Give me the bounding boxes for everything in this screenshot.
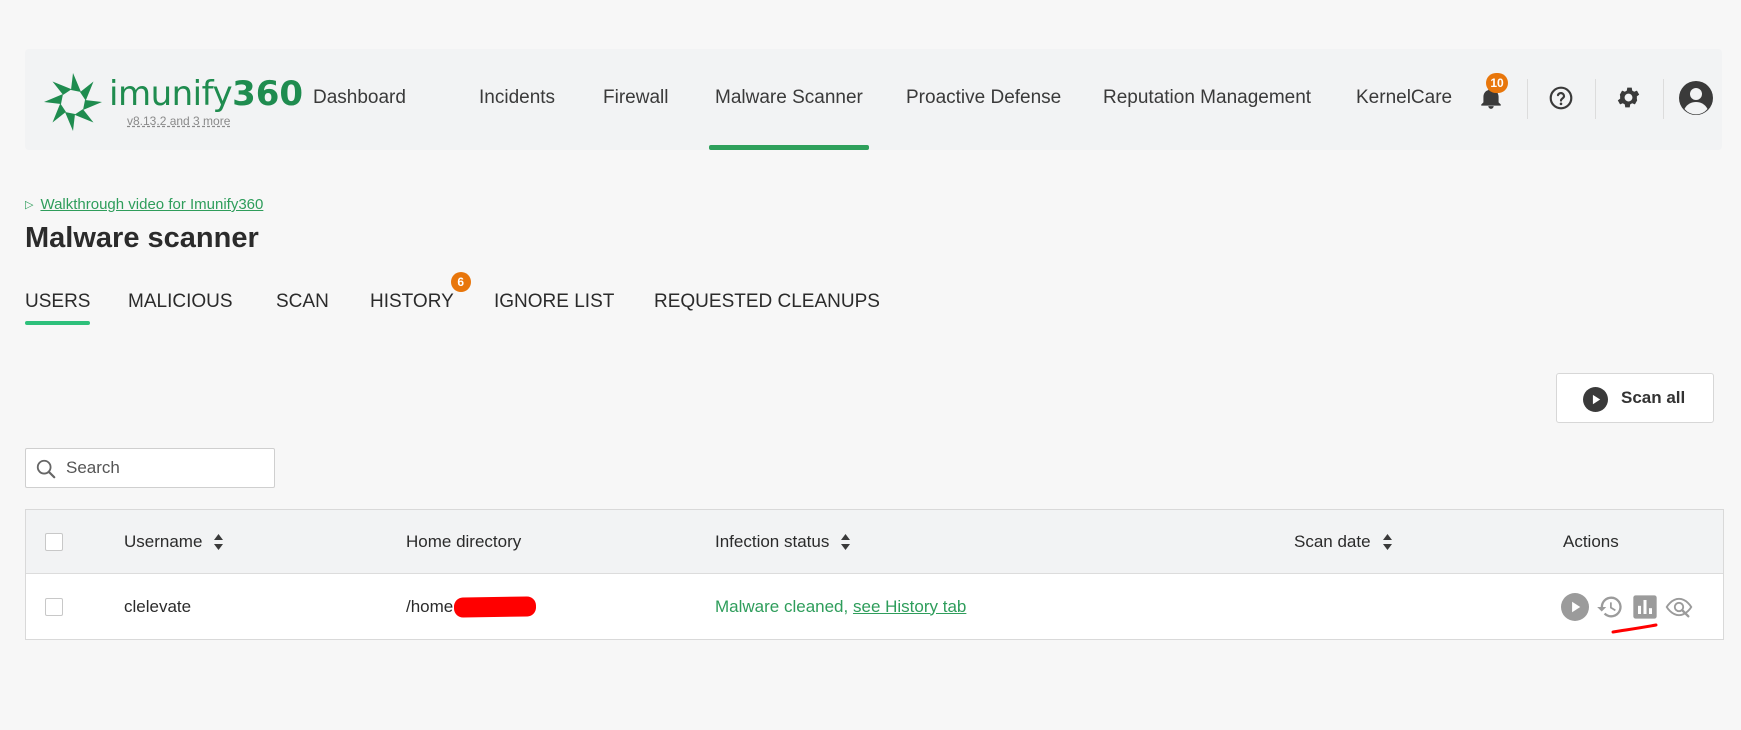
walkthrough-link-text[interactable]: Walkthrough video for Imunify360 <box>40 196 263 213</box>
tab-label: REQUESTED CLEANUPS <box>654 291 880 312</box>
scan-report-button[interactable] <box>1631 593 1659 621</box>
nav-incidents[interactable]: Incidents <box>479 49 555 150</box>
cell-infection-status: Malware cleaned, see History tab <box>715 574 966 639</box>
version-link[interactable]: v8.13.2 and 3 more <box>127 114 230 128</box>
home-directory-text: /home <box>406 596 454 616</box>
divider <box>1595 79 1596 119</box>
logo-wordmark: imunify360 <box>109 74 304 114</box>
bar-chart-icon <box>1633 595 1657 619</box>
column-label: Home directory <box>406 531 522 551</box>
divider <box>1527 79 1528 119</box>
column-label: Infection status <box>715 531 830 551</box>
top-navigation-bar: imunify360 v8.13.2 and 3 more Dashboard … <box>25 49 1722 150</box>
column-label: Actions <box>1563 531 1619 551</box>
history-icon <box>1597 596 1622 618</box>
play-circle-icon <box>1583 387 1608 412</box>
sort-icon <box>1382 533 1392 550</box>
column-label: Scan date <box>1294 531 1371 551</box>
history-count-badge: 6 <box>450 272 471 292</box>
scan-all-button[interactable]: Scan all <box>1556 373 1714 423</box>
column-scan-date[interactable]: Scan date <box>1294 510 1393 573</box>
nav-kernelcare[interactable]: KernelCare <box>1356 49 1452 150</box>
tab-ignore-list[interactable]: IGNORE LIST <box>494 285 614 325</box>
tab-label: SCAN <box>276 291 329 312</box>
play-outline-icon: ▷ <box>25 199 34 211</box>
imunify360-logo[interactable]: imunify360 v8.13.2 and 3 more <box>42 71 303 131</box>
eye-search-icon <box>1665 597 1693 618</box>
nav-proactive-defense[interactable]: Proactive Defense <box>906 49 1061 150</box>
sort-icon <box>841 533 851 550</box>
logo-mark-icon <box>44 73 102 131</box>
scan-all-label: Scan all <box>1621 388 1686 407</box>
tab-malicious[interactable]: MALICIOUS <box>128 285 233 325</box>
column-label: Username <box>124 531 203 551</box>
tab-requested-cleanups[interactable]: REQUESTED CLEANUPS <box>654 285 880 325</box>
cell-username: clelevate <box>124 596 192 616</box>
table-row: clelevate /home Malware cleaned, see His… <box>26 574 1723 639</box>
help-icon <box>1549 86 1573 110</box>
status-text: Malware cleaned, <box>715 596 849 616</box>
sort-icon <box>214 533 224 550</box>
see-history-tab-link[interactable]: see History tab <box>853 597 966 617</box>
tab-label: IGNORE LIST <box>494 291 615 312</box>
users-table: Username Home directory Infection status… <box>25 509 1724 640</box>
help-button[interactable] <box>1541 78 1581 118</box>
tab-label: HISTORY <box>370 291 454 312</box>
tab-scan[interactable]: SCAN <box>276 285 329 325</box>
search-icon <box>36 459 56 479</box>
gear-icon <box>1617 87 1640 108</box>
nav-reputation-management[interactable]: Reputation Management <box>1103 49 1311 150</box>
tab-users[interactable]: USERS <box>25 285 91 325</box>
tab-label: MALICIOUS <box>128 291 233 312</box>
row-checkbox[interactable] <box>45 597 63 616</box>
view-scan-button[interactable] <box>1665 593 1693 621</box>
nav-dashboard[interactable]: Dashboard <box>313 49 406 150</box>
play-icon <box>1561 593 1589 621</box>
search-input[interactable] <box>66 449 266 487</box>
column-home-directory: Home directory <box>406 510 521 573</box>
walkthrough-video-link[interactable]: ▷ Walkthrough video for Imunify360 <box>25 196 263 213</box>
scan-user-button[interactable] <box>1561 593 1589 621</box>
column-infection-status[interactable]: Infection status <box>715 510 851 573</box>
page-title: Malware scanner <box>25 222 259 254</box>
tab-label: USERS <box>25 291 91 312</box>
nav-firewall[interactable]: Firewall <box>603 49 668 150</box>
notifications-button[interactable]: 10 <box>1472 73 1512 118</box>
divider <box>1663 79 1664 119</box>
row-select-cell <box>45 574 63 639</box>
scan-history-button[interactable] <box>1596 593 1624 621</box>
nav-malware-scanner[interactable]: Malware Scanner <box>709 49 869 150</box>
column-actions: Actions <box>1563 510 1619 573</box>
red-annotation-mark <box>1611 623 1658 634</box>
settings-button[interactable] <box>1609 78 1649 118</box>
table-header: Username Home directory Infection status… <box>26 510 1723 574</box>
user-menu-button[interactable] <box>1676 78 1716 118</box>
search-box <box>25 448 275 488</box>
redaction-mark <box>454 595 537 618</box>
select-all-checkbox[interactable] <box>45 532 63 551</box>
select-all-cell <box>45 510 63 573</box>
notifications-badge: 10 <box>1486 73 1508 93</box>
tab-history[interactable]: HISTORY 6 <box>370 272 471 325</box>
user-avatar-icon <box>1679 81 1713 115</box>
column-username[interactable]: Username <box>124 510 224 573</box>
cell-home-directory: /home <box>406 574 537 639</box>
